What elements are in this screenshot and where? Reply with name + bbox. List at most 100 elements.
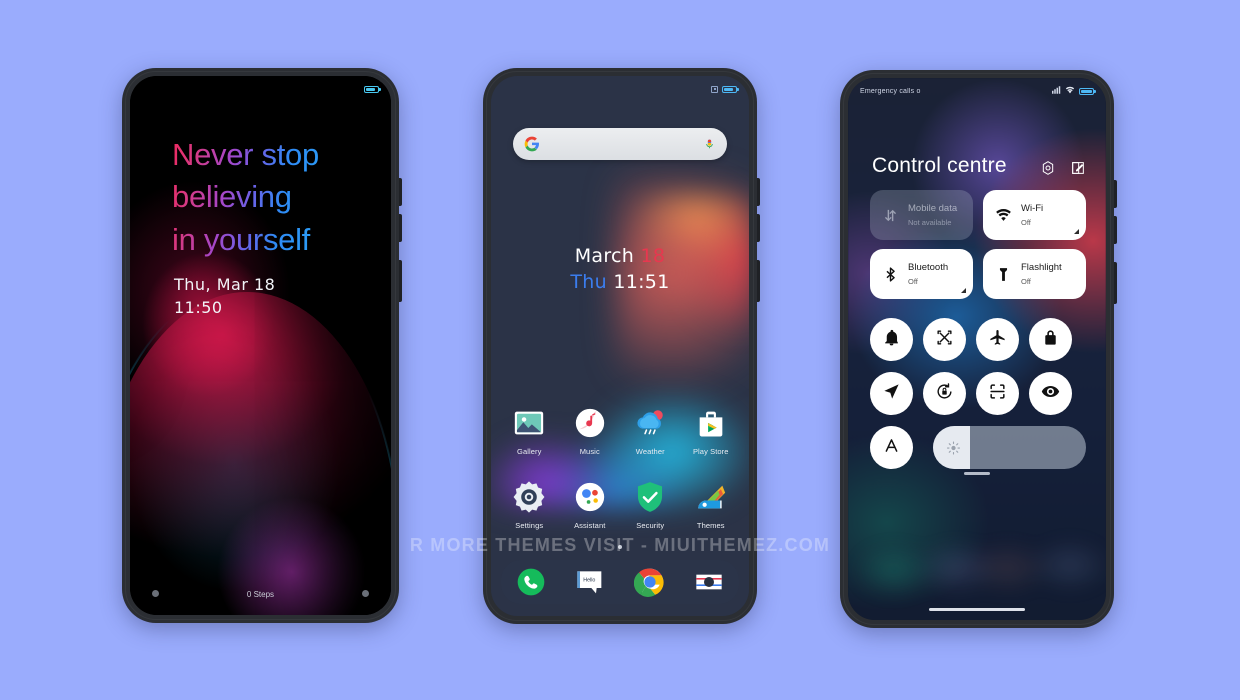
tile-flashlight[interactable]: Flashlight Off xyxy=(983,249,1086,299)
power-button[interactable] xyxy=(757,260,760,302)
dock-item-phone[interactable] xyxy=(501,566,561,598)
control-centre-statusbar-right xyxy=(1052,86,1096,96)
power-button[interactable] xyxy=(399,260,402,302)
app-gallery[interactable]: Gallery xyxy=(499,406,560,456)
clock-month: March xyxy=(574,245,641,267)
app-label: Weather xyxy=(635,447,665,456)
tile-title: Wi-Fi xyxy=(1021,203,1044,215)
tile-bluetooth[interactable]: Bluetooth Off xyxy=(870,249,973,299)
scan-icon xyxy=(988,382,1007,406)
toggle-location[interactable] xyxy=(870,372,913,415)
location-icon xyxy=(882,382,901,406)
camera-icon xyxy=(693,566,725,598)
microphone-icon[interactable] xyxy=(703,137,716,152)
settings-icon xyxy=(512,480,546,514)
step-counter: 0 Steps xyxy=(246,590,275,599)
dock: Hello xyxy=(501,560,739,604)
tile-title: Bluetooth xyxy=(908,262,949,274)
app-label: Gallery xyxy=(517,447,542,456)
lockscreen-quote: Never stop believing in yourself xyxy=(172,134,319,261)
settings-gear-icon[interactable] xyxy=(1040,160,1056,176)
lockscreen-time: 11:50 xyxy=(174,297,223,317)
clock-widget[interactable]: March 18 Thu 11:51 xyxy=(491,245,749,293)
toggle-row-2 xyxy=(870,372,1086,415)
toggle-auto-rotate[interactable] xyxy=(923,372,966,415)
security-icon xyxy=(633,480,667,514)
app-label: Play Store xyxy=(692,447,729,456)
toggle-auto-brightness[interactable] xyxy=(870,426,913,469)
clock-day: 18 xyxy=(640,245,666,267)
toggle-lock[interactable] xyxy=(1029,318,1072,361)
brightness-sun-icon xyxy=(946,440,961,455)
app-assistant[interactable]: Assistant xyxy=(560,480,621,530)
toggle-airplane-mode[interactable] xyxy=(976,318,1019,361)
lockscreen-datetime: Thu, Mar 18 11:50 xyxy=(174,274,275,319)
app-security[interactable]: Security xyxy=(620,480,681,530)
toggle-screenshot[interactable] xyxy=(923,318,966,361)
app-music[interactable]: Music xyxy=(560,406,621,456)
tile-text: Bluetooth Off xyxy=(908,262,948,286)
edit-icon[interactable] xyxy=(1070,160,1086,176)
mobile-data-icon xyxy=(882,207,899,224)
volume-down-button[interactable] xyxy=(757,214,760,242)
volume-up-button[interactable] xyxy=(757,178,760,206)
dock-item-chrome[interactable] xyxy=(620,566,680,598)
volume-down-button[interactable] xyxy=(399,214,402,242)
tile-subtitle: Off xyxy=(1021,276,1031,286)
quick-setting-tiles: Mobile data Not available Wi-Fi Off Blue… xyxy=(870,190,1086,299)
phone-icon xyxy=(515,566,547,598)
lockscreen-screen: Never stop believing in yourself Thu, Ma… xyxy=(130,76,391,615)
screenshot-icon xyxy=(935,328,954,352)
phone-control-centre: Emergency calls o Control centre Mobile … xyxy=(840,70,1117,628)
tile-subtitle: Off xyxy=(1021,217,1031,227)
page-dot[interactable] xyxy=(618,545,622,549)
control-centre-actions xyxy=(1040,160,1086,176)
tile-subtitle: Off xyxy=(908,276,918,286)
dock-item-messages[interactable]: Hello xyxy=(561,566,621,598)
volume-up-button[interactable] xyxy=(399,178,402,206)
control-centre-screen: Emergency calls o Control centre Mobile … xyxy=(848,78,1106,620)
chrome-icon xyxy=(633,566,666,598)
messages-icon: Hello xyxy=(574,566,606,598)
brightness-slider[interactable] xyxy=(933,426,1086,469)
wallpaper-rim-glow xyxy=(130,286,391,615)
airplane-mode-icon xyxy=(988,328,1007,352)
app-settings[interactable]: Settings xyxy=(499,480,560,530)
homescreen-statusbar-right xyxy=(711,85,739,93)
svg-text:Hello: Hello xyxy=(584,577,596,583)
tile-row-2: Bluetooth Off Flashlight Off xyxy=(870,249,1086,299)
battery-icon xyxy=(364,85,381,93)
phone-lockscreen: Never stop believing in yourself Thu, Ma… xyxy=(122,68,402,623)
tile-text: Flashlight Off xyxy=(1021,262,1062,286)
quote-line-1: Never stop xyxy=(172,137,319,172)
tile-mobile-data[interactable]: Mobile data Not available xyxy=(870,190,973,240)
control-centre-drag-handle[interactable] xyxy=(964,472,990,475)
app-themes[interactable]: Themes xyxy=(681,480,742,530)
gallery-icon xyxy=(512,406,546,440)
tile-wifi[interactable]: Wi-Fi Off xyxy=(983,190,1086,240)
volume-down-button[interactable] xyxy=(1114,216,1117,244)
tile-expand-corner[interactable] xyxy=(961,288,966,293)
wifi-icon xyxy=(1065,86,1075,96)
music-icon xyxy=(573,406,607,440)
tile-expand-corner[interactable] xyxy=(1074,229,1079,234)
toggle-silent-bell[interactable] xyxy=(870,318,913,361)
control-centre-title: Control centre xyxy=(872,154,1007,177)
toggle-scan[interactable] xyxy=(976,372,1019,415)
dock-item-camera[interactable] xyxy=(680,566,740,598)
tile-text: Mobile data Not available xyxy=(908,203,957,227)
clock-time: 11:51 xyxy=(613,271,670,293)
signal-icon xyxy=(1052,86,1061,96)
toggle-eye-care[interactable] xyxy=(1029,372,1072,415)
app-weather[interactable]: Weather xyxy=(620,406,681,456)
app-label: Settings xyxy=(515,521,544,530)
emergency-calls-label: Emergency calls o xyxy=(860,87,921,95)
app-play-store[interactable]: Play Store xyxy=(681,406,742,456)
app-label: Themes xyxy=(696,521,725,530)
home-indicator[interactable] xyxy=(929,607,1025,611)
power-button[interactable] xyxy=(1114,262,1117,304)
google-search-bar[interactable] xyxy=(513,128,727,160)
volume-up-button[interactable] xyxy=(1114,180,1117,208)
flashlight-icon xyxy=(995,266,1012,283)
control-centre-statusbar: Emergency calls o xyxy=(848,78,1106,104)
